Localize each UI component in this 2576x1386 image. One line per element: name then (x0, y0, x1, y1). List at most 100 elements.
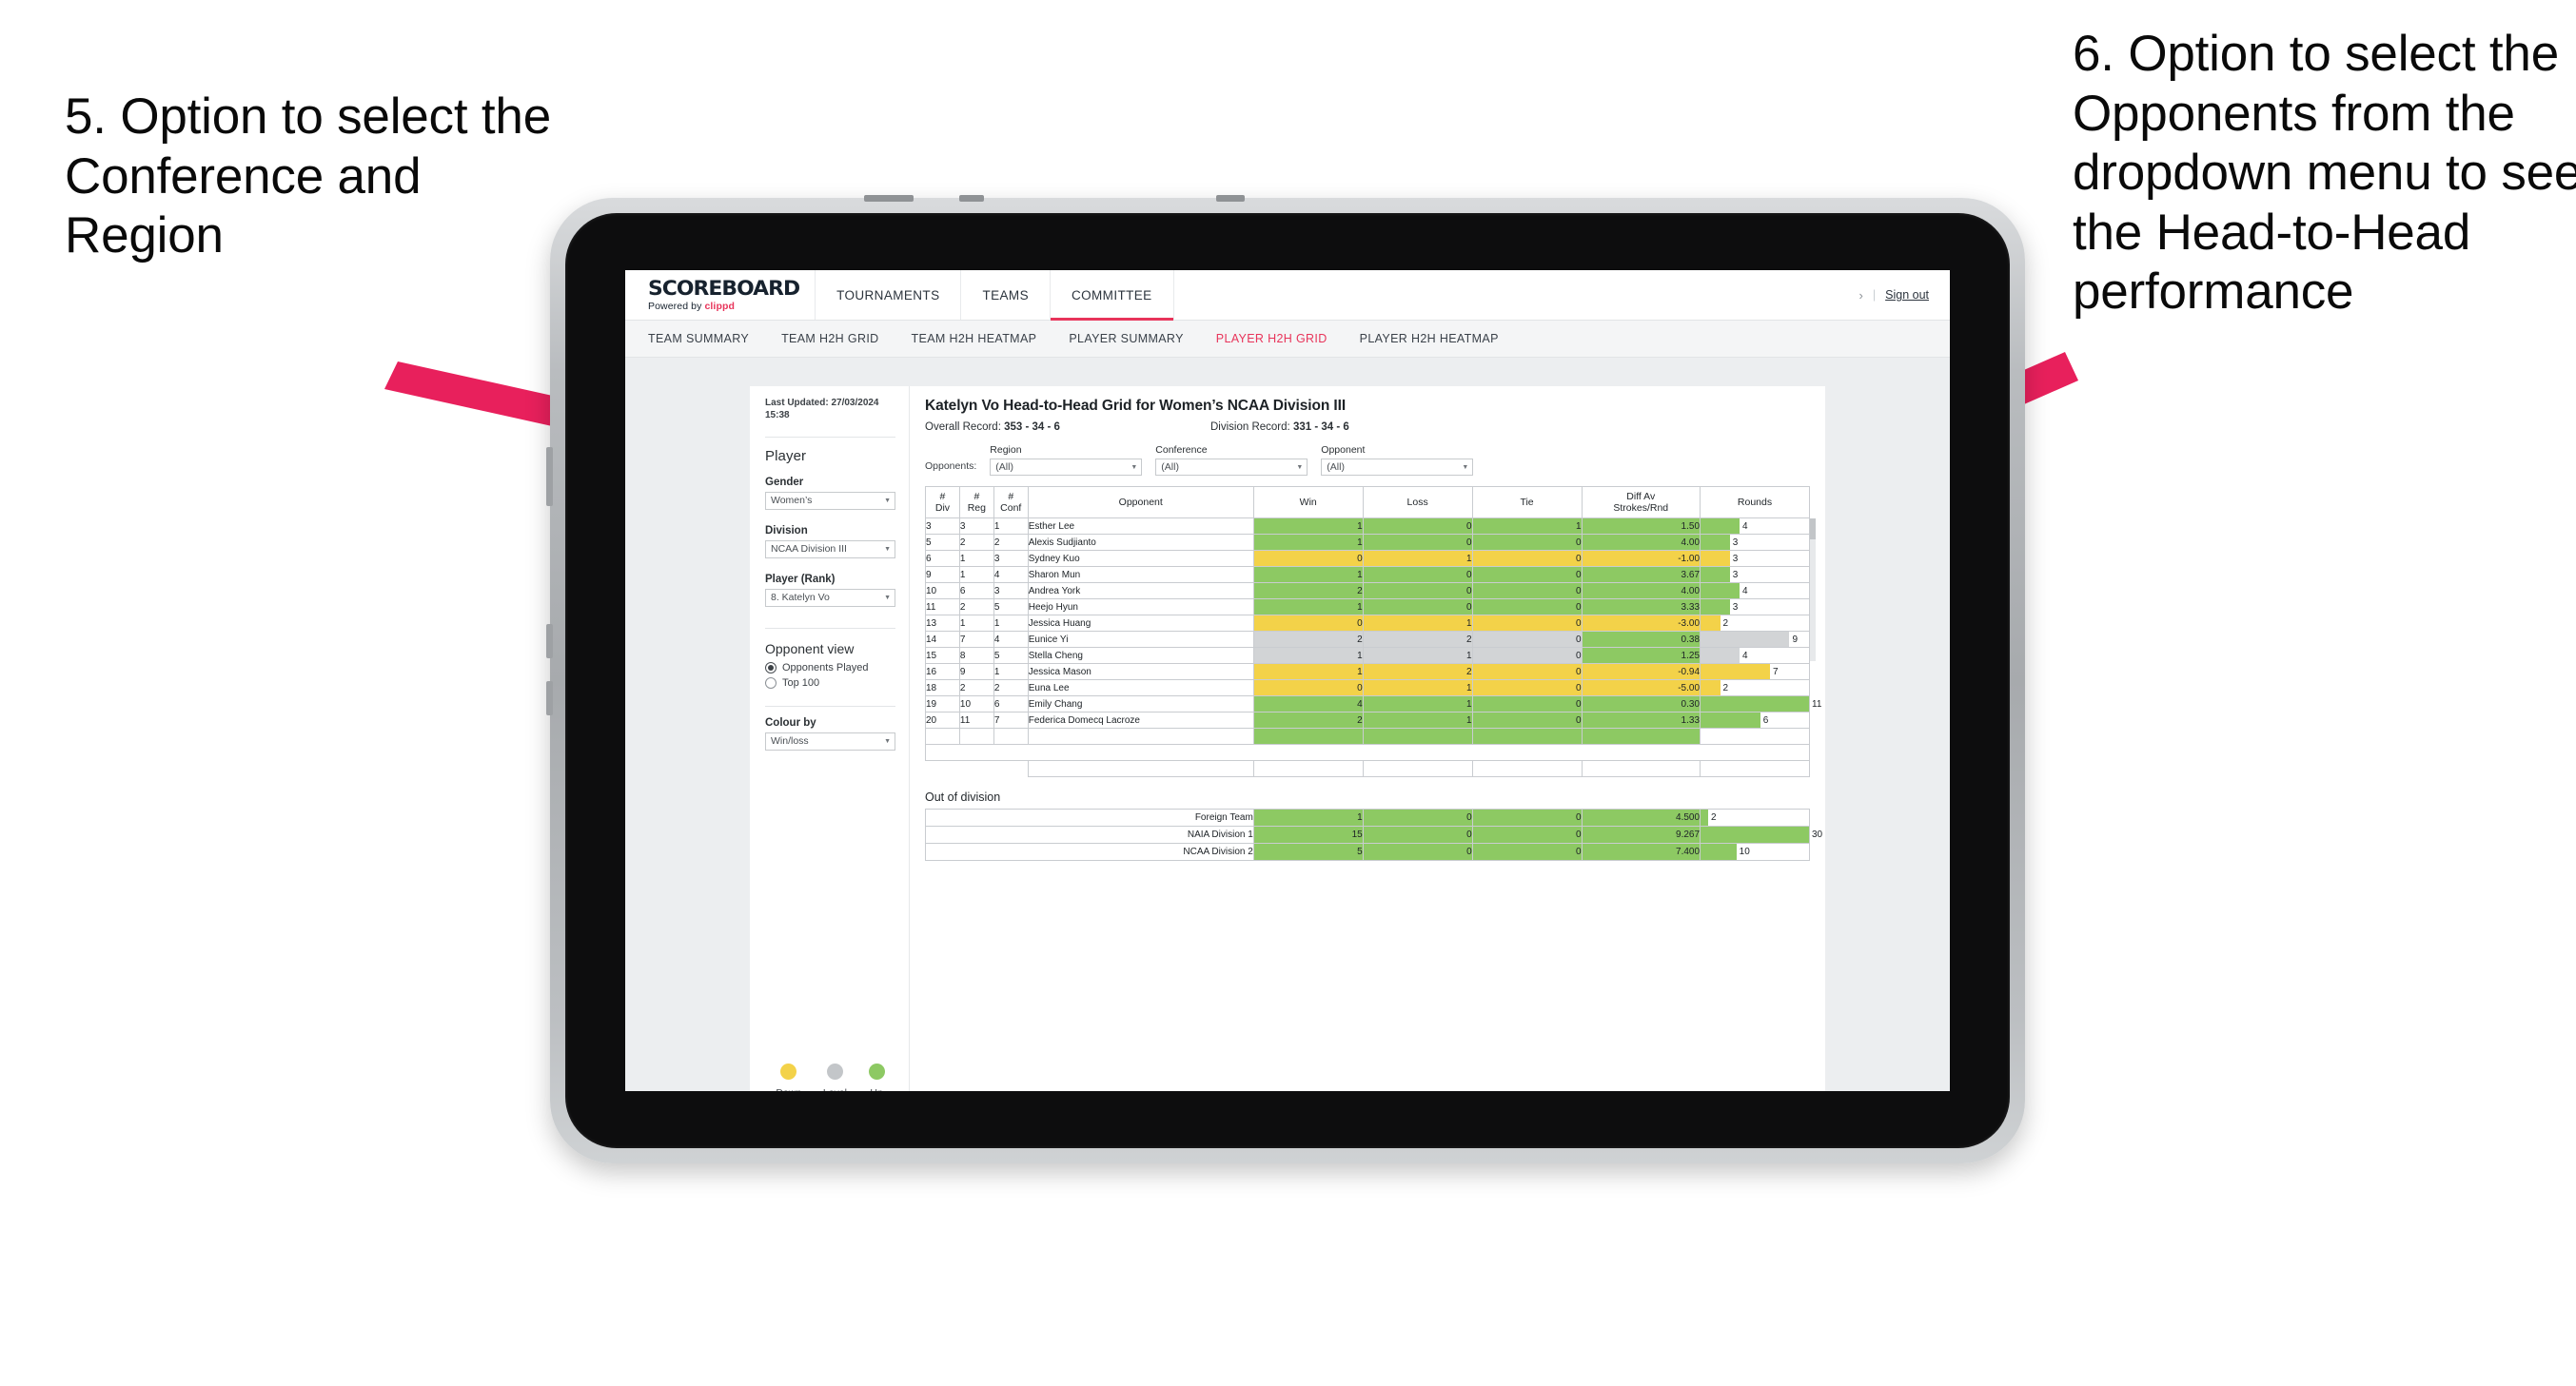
gender-select[interactable]: Women’s ▼ (765, 491, 895, 510)
cell-conf: 2 (993, 534, 1029, 551)
vertical-scrollbar[interactable] (1810, 518, 1816, 661)
rounds-bar (1701, 680, 1721, 695)
nav-item-teams[interactable]: TEAMS (961, 270, 1051, 320)
app-header: SCOREBOARD Powered by clippd TOURNAMENTS… (625, 270, 1950, 321)
legend-dot-icon (868, 1064, 885, 1080)
subnav-item-player-h2h-heatmap[interactable]: PLAYER H2H HEATMAP (1360, 332, 1499, 345)
cell-rounds: 4 (1700, 582, 1810, 599)
radio-label: Top 100 (782, 676, 820, 689)
cell-tie: 0 (1471, 712, 1583, 729)
cell-tie: 0 (1471, 615, 1583, 632)
cell-win: 5 (1252, 843, 1364, 861)
cell-loss: 1 (1362, 647, 1473, 664)
cell-conf: 1 (993, 663, 1029, 680)
filler-cell (1362, 760, 1473, 777)
cell-win (1252, 728, 1364, 745)
chevron-right-icon[interactable]: › (1859, 288, 1863, 303)
cell-rounds: 2 (1700, 679, 1810, 696)
region-select[interactable]: (All) ▼ (990, 459, 1143, 476)
player-rank-select[interactable]: 8. Katelyn Vo ▼ (765, 588, 895, 607)
rounds-value: 30 (1812, 830, 1823, 840)
cell-opponent: NCAA Division 2 (925, 843, 1254, 861)
filter-section-title: Player (765, 447, 807, 464)
rounds-value: 2 (1722, 682, 1729, 693)
brand-tagline: Powered by clippd (648, 302, 794, 312)
cell-rounds: 4 (1700, 647, 1810, 664)
cell-reg: 6 (958, 582, 994, 599)
viz-canvas: Last Updated: 27/03/2024 15:38 Player Ge… (625, 358, 1950, 1091)
table-row[interactable]: 16 9 1 Jessica Mason 1 2 0 -0.94 7 (925, 663, 1810, 680)
chevron-down-icon: ▼ (884, 594, 891, 601)
radio-top-100[interactable]: Top 100 (765, 676, 895, 689)
table-row[interactable]: 13 1 1 Jessica Huang 0 1 0 -3.00 2 (925, 615, 1810, 632)
table-row[interactable]: 20 11 7 Federica Domecq Lacroze 2 1 0 1.33 6 (925, 712, 1810, 729)
cell-reg: 2 (958, 679, 994, 696)
subnav-item-player-h2h-grid[interactable]: PLAYER H2H GRID (1216, 332, 1327, 345)
table-row[interactable]: 15 8 5 Stella Cheng 1 1 0 1.25 4 (925, 647, 1810, 664)
cell-conf: 1 (993, 517, 1029, 535)
device-button-top-1 (864, 195, 914, 202)
cell-reg: 2 (958, 598, 994, 615)
scrollbar-thumb[interactable] (1810, 518, 1816, 539)
cell-div: 14 (925, 631, 960, 648)
cell-reg (958, 728, 994, 745)
cell-rounds: 3 (1700, 598, 1810, 615)
cell-tie: 0 (1471, 843, 1583, 861)
out-of-division-row[interactable]: NAIA Division 1 15 0 0 9.267 30 (925, 826, 1822, 844)
column-header-reg: # Reg (958, 486, 994, 518)
cell-diff: 1.33 (1581, 712, 1701, 729)
table-row[interactable]: 3 3 1 Esther Lee 1 0 1 1.50 4 (925, 517, 1810, 535)
cell-diff: -0.94 (1581, 663, 1701, 680)
cell-win: 0 (1252, 615, 1364, 632)
table-row[interactable]: 11 2 5 Heejo Hyun 1 0 0 3.33 3 (925, 598, 1810, 615)
cell-opponent: Heejo Hyun (1027, 598, 1254, 615)
subnav-item-team-h2h-heatmap[interactable]: TEAM H2H HEATMAP (912, 332, 1037, 345)
table-row[interactable]: 19 10 6 Emily Chang 4 1 0 0.30 11 (925, 695, 1821, 713)
table-row[interactable]: 14 7 4 Eunice Yi 2 2 0 0.38 9 (925, 631, 1810, 648)
cell-win: 1 (1252, 566, 1364, 583)
cell-conf: 4 (993, 566, 1029, 583)
divider (765, 705, 895, 707)
rounds-value: 6 (1762, 714, 1769, 726)
cell-diff: -3.00 (1581, 615, 1701, 632)
table-row[interactable]: 10 6 3 Andrea York 2 0 0 4.00 4 (925, 582, 1810, 599)
table-row[interactable]: 18 2 2 Euna Lee 0 1 0 -5.00 2 (925, 679, 1810, 696)
out-of-division-row[interactable]: NCAA Division 2 5 0 0 7.400 10 (925, 843, 1810, 861)
device-button-left-2 (546, 624, 553, 658)
conference-select[interactable]: (All) ▼ (1155, 459, 1308, 476)
nav-item-committee[interactable]: COMMITTEE (1050, 270, 1174, 321)
cell-tie: 0 (1471, 582, 1583, 599)
subnav-item-team-h2h-grid[interactable]: TEAM H2H GRID (781, 332, 878, 345)
rounds-value: 7 (1772, 666, 1779, 677)
viz-main: Katelyn Vo Head-to-Head Grid for Women’s… (910, 386, 1825, 1091)
rounds-value: 11 (1812, 698, 1822, 710)
cell-reg: 9 (958, 663, 994, 680)
opponent-select[interactable]: (All) ▼ (1321, 459, 1474, 476)
table-header-row: # Div # Reg # Conf Opponent Win Loss Tie Diff Av St… (925, 486, 1810, 518)
cell-div: 15 (925, 647, 960, 664)
out-of-division-row[interactable]: Foreign Team 1 0 0 4.500 2 (925, 809, 1810, 827)
cell-tie: 0 (1471, 566, 1583, 583)
cell-conf: 2 (993, 679, 1029, 696)
nav-item-tournaments[interactable]: TOURNAMENTS (816, 270, 962, 320)
division-select[interactable]: NCAA Division III ▼ (765, 539, 895, 558)
cell-rounds: 2 (1700, 615, 1810, 632)
table-row-partial[interactable] (925, 728, 1810, 745)
rounds-bar (1701, 696, 1809, 712)
subnav-item-player-summary[interactable]: PLAYER SUMMARY (1069, 332, 1183, 345)
colour-legend: Down Level Up (765, 1064, 895, 1091)
radio-opponents-played[interactable]: Opponents Played (765, 661, 895, 673)
viz-card: Last Updated: 27/03/2024 15:38 Player Ge… (750, 386, 1825, 1091)
table-row[interactable]: 6 1 3 Sydney Kuo 0 1 0 -1.00 3 (925, 550, 1810, 567)
cell-div: 10 (925, 582, 960, 599)
cell-reg: 1 (958, 566, 994, 583)
sign-out-link[interactable]: Sign out (1885, 288, 1929, 302)
subnav-item-team-summary[interactable]: TEAM SUMMARY (648, 332, 749, 345)
brand-logo[interactable]: SCOREBOARD Powered by clippd (625, 270, 816, 320)
cell-loss: 0 (1362, 582, 1473, 599)
colour-by-select[interactable]: Win/loss ▼ (765, 732, 895, 751)
table-row[interactable]: 5 2 2 Alexis Sudjianto 1 0 0 4.00 3 (925, 534, 1810, 551)
table-row[interactable]: 9 1 4 Sharon Mun 1 0 0 3.67 3 (925, 566, 1810, 583)
cell-win: 1 (1252, 598, 1364, 615)
legend-dot-icon (780, 1064, 797, 1080)
